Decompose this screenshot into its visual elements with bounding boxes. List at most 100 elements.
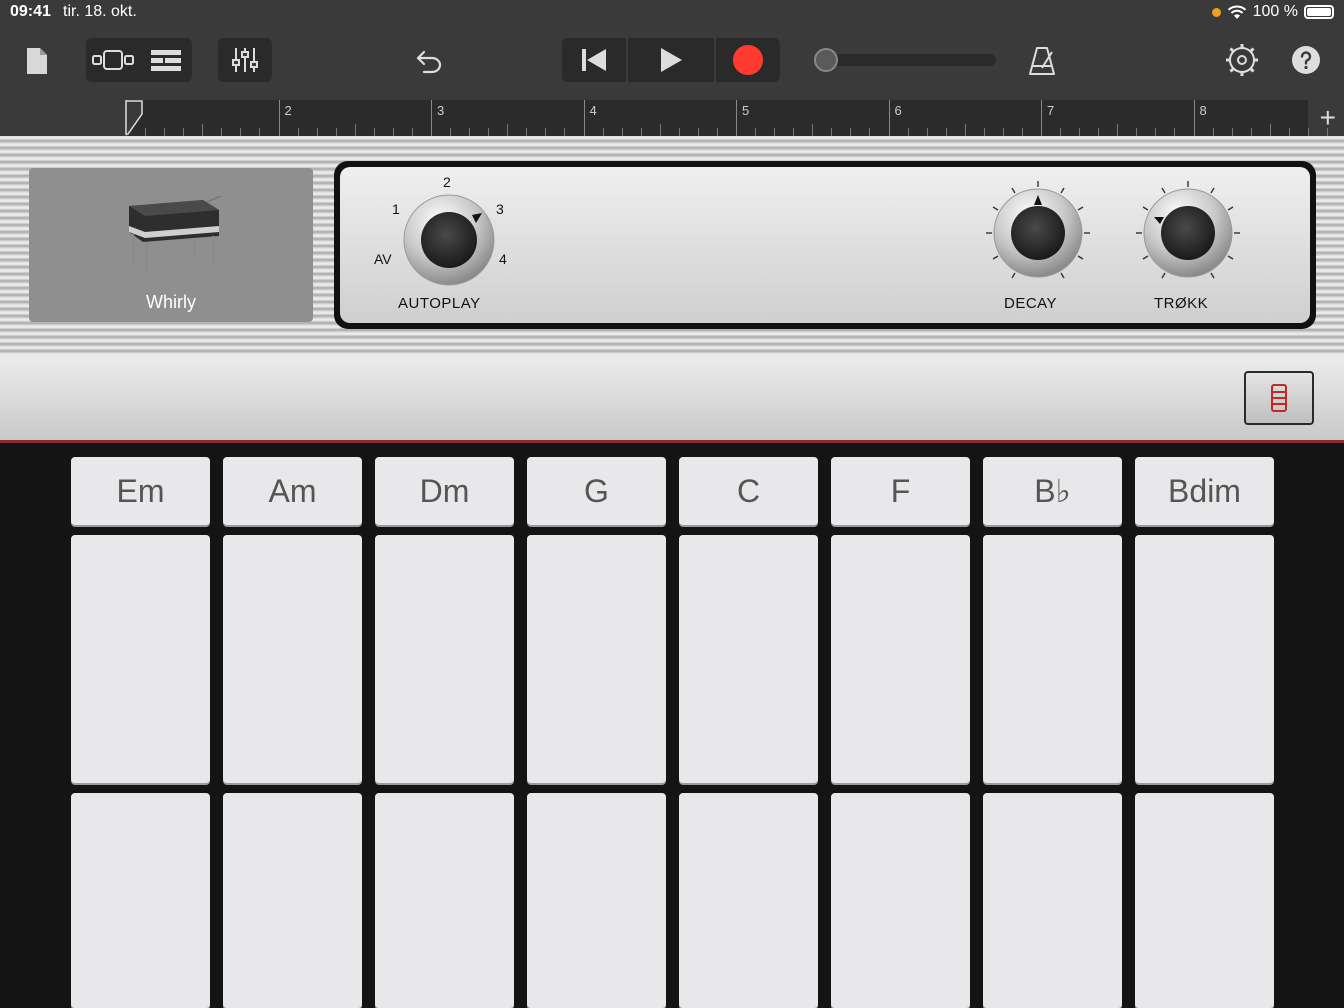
ruler-tick: [297, 128, 299, 136]
keyboard-toggle-button[interactable]: [1244, 371, 1314, 425]
record-icon: [733, 45, 763, 75]
help-icon: [1292, 46, 1320, 74]
ruler-tick: [564, 128, 566, 136]
ruler-tick: [907, 128, 909, 136]
rewind-icon: [582, 49, 606, 71]
chord-upper-pad[interactable]: [223, 535, 362, 783]
ruler-track[interactable]: 12345678: [126, 100, 1328, 136]
ruler-tick: [926, 128, 928, 136]
chord-button[interactable]: Bdim: [1135, 457, 1274, 525]
ruler-bar-number: 5: [742, 103, 750, 118]
chord-button[interactable]: Em: [71, 457, 210, 525]
list-view-icon: [150, 50, 181, 71]
autoplay-knob-icon: [403, 194, 495, 286]
trokk-label: TRØKK: [1154, 295, 1209, 312]
keyboard-icon: [1271, 384, 1287, 412]
help-button[interactable]: [1288, 42, 1324, 78]
ruler-tick: [183, 128, 185, 136]
ruler-tick: [335, 128, 337, 136]
play-button[interactable]: [628, 38, 716, 82]
chord-lower-pad[interactable]: [831, 793, 970, 1008]
status-right: 100 %: [1211, 3, 1334, 21]
chord-button[interactable]: C: [679, 457, 818, 525]
ruler-bar-line: [1041, 100, 1042, 136]
chord-lower-pad[interactable]: [375, 793, 514, 1008]
chord-upper-pad[interactable]: [527, 535, 666, 783]
ruler-tick: [964, 124, 966, 136]
ruler-tick: [1212, 128, 1214, 136]
ruler-tick: [164, 128, 166, 136]
timeline-ruler[interactable]: 12345678 +: [0, 100, 1344, 136]
metronome-button[interactable]: [1022, 42, 1062, 80]
ruler-bar-number: 3: [437, 103, 445, 118]
chord-upper-pad[interactable]: [679, 535, 818, 783]
ruler-bar-line: [278, 100, 280, 136]
tracks-view-icon: [91, 50, 134, 70]
chord-button[interactable]: B♭: [983, 457, 1122, 525]
volume-thumb[interactable]: [814, 48, 838, 72]
autoplay-pos-2[interactable]: 2: [443, 174, 451, 190]
toolbar: [0, 26, 1344, 100]
autoplay-pos-off[interactable]: AV: [374, 251, 392, 267]
ruler-bar-line: [1193, 100, 1195, 136]
autoplay-pos-1[interactable]: 1: [392, 201, 400, 217]
chord-lower-pad[interactable]: [1135, 793, 1274, 1008]
add-section-button[interactable]: +: [1320, 102, 1336, 134]
ruler-tick: [221, 128, 223, 136]
playhead-icon[interactable]: [124, 100, 146, 136]
ruler-tick: [1174, 128, 1176, 136]
control-panel-face: 1 2 3 4 AV AUTOPLAY DECAY TRØKK: [340, 167, 1310, 323]
instrument-selector[interactable]: Whirly: [29, 168, 313, 322]
ruler-tick: [793, 128, 795, 136]
chord-upper-pad[interactable]: [983, 535, 1122, 783]
settings-button[interactable]: [1222, 40, 1262, 80]
decay-knob[interactable]: [992, 187, 1084, 279]
list-view-button[interactable]: [139, 38, 192, 82]
chord-lower-pad[interactable]: [679, 793, 818, 1008]
chord-button[interactable]: F: [831, 457, 970, 525]
ruler-bar-number: 6: [894, 103, 902, 118]
chord-lower-pad[interactable]: [527, 793, 666, 1008]
view-toggle-group: [86, 38, 192, 82]
chord-lower-pad[interactable]: [223, 793, 362, 1008]
ruler-bar-number: 7: [1047, 103, 1055, 118]
chord-upper-pad[interactable]: [1135, 535, 1274, 783]
trokk-knob[interactable]: [1142, 187, 1234, 279]
undo-icon: [416, 50, 442, 74]
ruler-tick: [945, 128, 947, 136]
chord-upper-pad[interactable]: [831, 535, 970, 783]
ruler-tick: [240, 128, 242, 136]
ruler-tick: [1098, 128, 1100, 136]
chord-upper-pad[interactable]: [71, 535, 210, 783]
volume-slider[interactable]: [814, 48, 996, 72]
autoplay-knob[interactable]: [402, 193, 496, 287]
chord-upper-pad[interactable]: [375, 535, 514, 783]
autoplay-pos-4[interactable]: 4: [499, 251, 507, 267]
electric-piano-icon: [129, 196, 222, 272]
autoplay-pos-3[interactable]: 3: [496, 201, 504, 217]
ruler-tick: [507, 124, 509, 136]
chord-button[interactable]: G: [527, 457, 666, 525]
chord-button[interactable]: Am: [223, 457, 362, 525]
status-bar: 09:41 tir. 18. okt. 100 %: [0, 0, 1344, 26]
document-button[interactable]: [20, 42, 54, 80]
ruler-tick: [831, 128, 833, 136]
ruler-bar-number: 2: [284, 103, 292, 118]
ruler-tick: [1307, 128, 1309, 136]
mixer-button[interactable]: [218, 38, 272, 82]
chord-button[interactable]: Dm: [375, 457, 514, 525]
control-panel: 1 2 3 4 AV AUTOPLAY DECAY TRØKK: [334, 161, 1316, 329]
tracks-view-button[interactable]: [86, 38, 139, 82]
metronome-icon: [1029, 47, 1055, 75]
ruler-tick: [259, 128, 261, 136]
record-button[interactable]: [716, 38, 780, 82]
ruler-bar-number: 4: [589, 103, 597, 118]
chord-lower-pad[interactable]: [983, 793, 1122, 1008]
ruler-tick: [202, 124, 204, 136]
instrument-name: Whirly: [146, 292, 196, 312]
ruler-tick: [755, 128, 757, 136]
undo-button[interactable]: [410, 42, 448, 80]
ruler-tick: [1250, 128, 1252, 136]
chord-lower-pad[interactable]: [71, 793, 210, 1008]
rewind-button[interactable]: [562, 38, 628, 82]
